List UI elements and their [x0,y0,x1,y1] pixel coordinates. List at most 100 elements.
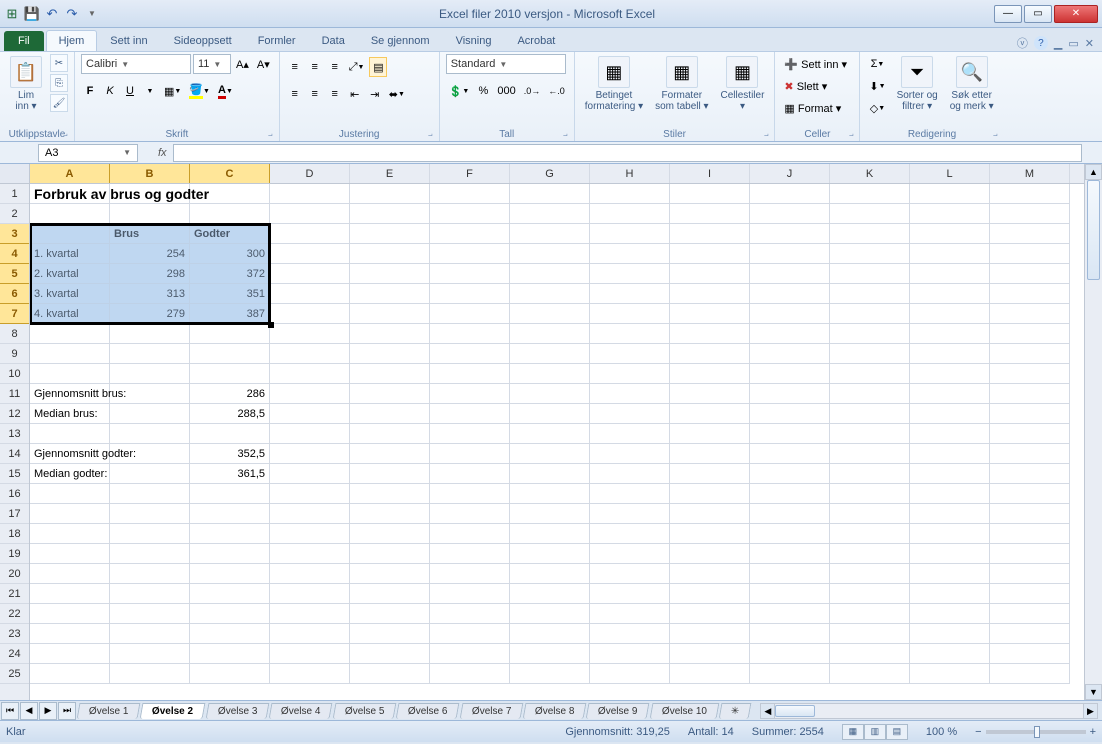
sheet-nav-first[interactable]: ⏮ [1,702,19,720]
cell-K7[interactable] [830,304,910,324]
cell-D11[interactable] [270,384,350,404]
cell-J20[interactable] [750,564,830,584]
cell-B9[interactable] [110,344,190,364]
fill-button[interactable]: ⬇▼ [866,76,888,96]
cell-H24[interactable] [590,644,670,664]
page-break-view-button[interactable]: ▤ [886,724,908,740]
cell-C16[interactable] [190,484,270,504]
column-header-L[interactable]: L [910,164,990,183]
cell-F9[interactable] [430,344,510,364]
cell-M10[interactable] [990,364,1070,384]
cell-M14[interactable] [990,444,1070,464]
cell-B18[interactable] [110,524,190,544]
cell-M16[interactable] [990,484,1070,504]
cell-C9[interactable] [190,344,270,364]
cell-F18[interactable] [430,524,510,544]
cell-G6[interactable] [510,284,590,304]
row-header-7[interactable]: 7 [0,304,29,324]
name-box[interactable]: A3▼ [38,144,138,162]
cell-L4[interactable] [910,244,990,264]
fx-icon[interactable]: fx [152,147,173,159]
cell-C4[interactable]: 300 [190,244,270,264]
cell-F1[interactable] [430,184,510,204]
cell-E22[interactable] [350,604,430,624]
cell-L1[interactable] [910,184,990,204]
conditional-formatting-button[interactable]: ▦Betinget formatering ▾ [581,54,647,114]
horizontal-scrollbar[interactable]: ◀ ▶ [760,703,1098,719]
cell-L24[interactable] [910,644,990,664]
cell-G3[interactable] [510,224,590,244]
cell-D2[interactable] [270,204,350,224]
cell-I16[interactable] [670,484,750,504]
copy-button[interactable]: ⎘ [50,74,68,92]
column-header-K[interactable]: K [830,164,910,183]
cell-A6[interactable]: 3. kvartal [30,284,110,304]
cell-F22[interactable] [430,604,510,624]
sheet-tab-8[interactable]: Øvelse 8 [523,703,587,719]
cell-H25[interactable] [590,664,670,684]
cell-H11[interactable] [590,384,670,404]
cell-M20[interactable] [990,564,1070,584]
cell-M22[interactable] [990,604,1070,624]
row-header-5[interactable]: 5 [0,264,29,284]
maximize-button[interactable]: ▭ [1024,5,1052,23]
cut-button[interactable]: ✂ [50,54,68,72]
cell-I9[interactable] [670,344,750,364]
cell-F12[interactable] [430,404,510,424]
orientation-button[interactable]: ⤢▼ [346,57,368,77]
cell-G19[interactable] [510,544,590,564]
cell-D12[interactable] [270,404,350,424]
cell-K16[interactable] [830,484,910,504]
cell-C23[interactable] [190,624,270,644]
cell-J10[interactable] [750,364,830,384]
sheet-nav-next[interactable]: ▶ [39,702,57,720]
cell-B20[interactable] [110,564,190,584]
cell-B24[interactable] [110,644,190,664]
cell-H16[interactable] [590,484,670,504]
cell-B2[interactable] [110,204,190,224]
cell-D15[interactable] [270,464,350,484]
row-header-8[interactable]: 8 [0,324,29,344]
cell-K25[interactable] [830,664,910,684]
align-right-button[interactable]: ≡ [326,84,344,104]
cell-I2[interactable] [670,204,750,224]
row-header-13[interactable]: 13 [0,424,29,444]
cell-F20[interactable] [430,564,510,584]
cell-I10[interactable] [670,364,750,384]
font-color-button[interactable]: A▼ [215,81,236,101]
cell-D9[interactable] [270,344,350,364]
cell-G10[interactable] [510,364,590,384]
merge-button[interactable]: ⬌▼ [386,84,408,104]
cell-B7[interactable]: 279 [110,304,190,324]
cell-I25[interactable] [670,664,750,684]
cell-M18[interactable] [990,524,1070,544]
cell-I17[interactable] [670,504,750,524]
cell-F23[interactable] [430,624,510,644]
cell-E21[interactable] [350,584,430,604]
cell-L20[interactable] [910,564,990,584]
cell-E23[interactable] [350,624,430,644]
minimize-button[interactable]: — [994,5,1022,23]
cell-K4[interactable] [830,244,910,264]
percent-button[interactable]: % [474,81,492,101]
cell-J6[interactable] [750,284,830,304]
cell-I3[interactable] [670,224,750,244]
cell-A18[interactable] [30,524,110,544]
cell-B25[interactable] [110,664,190,684]
cell-I14[interactable] [670,444,750,464]
cell-J16[interactable] [750,484,830,504]
cell-J5[interactable] [750,264,830,284]
cell-D7[interactable] [270,304,350,324]
vertical-scrollbar[interactable]: ▲ ▼ [1084,164,1102,700]
cell-F6[interactable] [430,284,510,304]
cell-B12[interactable] [110,404,190,424]
scroll-down-icon[interactable]: ▼ [1085,684,1102,700]
sheet-tab-4[interactable]: Øvelse 4 [269,703,333,719]
cell-H17[interactable] [590,504,670,524]
cell-A25[interactable] [30,664,110,684]
cell-H23[interactable] [590,624,670,644]
cell-K21[interactable] [830,584,910,604]
cell-F24[interactable] [430,644,510,664]
cell-I7[interactable] [670,304,750,324]
increase-font-button[interactable]: A▴ [233,54,252,74]
